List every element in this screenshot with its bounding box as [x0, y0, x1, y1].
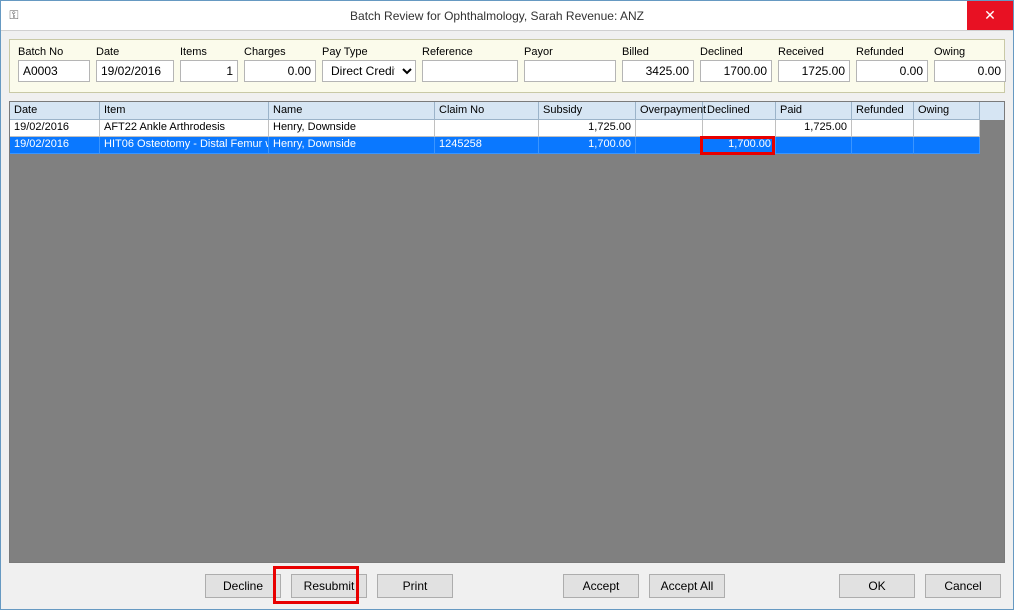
field-charges: Charges	[244, 46, 316, 82]
cell-date: 19/02/2016	[10, 120, 100, 137]
print-button[interactable]: Print	[377, 574, 453, 598]
field-received: Received	[778, 46, 850, 82]
label: Batch No	[18, 46, 90, 58]
cell-name: Henry, Downside	[269, 120, 435, 137]
label: Date	[96, 46, 174, 58]
field-declined: Declined	[700, 46, 772, 82]
label: Payor	[524, 46, 616, 58]
col-over[interactable]: Overpayment	[636, 102, 703, 120]
cell-refunded	[852, 120, 914, 137]
window: ⚿ Batch Review for Ophthalmology, Sarah …	[0, 0, 1014, 610]
label: Pay Type	[322, 46, 416, 58]
label: Billed	[622, 46, 694, 58]
label: Received	[778, 46, 850, 58]
field-reference: Reference	[422, 46, 518, 82]
owing-input[interactable]	[934, 60, 1006, 82]
cell-item: HIT06 Osteotomy - Distal Femur wi	[100, 137, 269, 154]
grid[interactable]: Date Item Name Claim No Subsidy Overpaym…	[9, 101, 1005, 563]
payor-input[interactable]	[524, 60, 616, 82]
label: Owing	[934, 46, 1006, 58]
charges-input[interactable]	[244, 60, 316, 82]
cell-claim: 1245258	[435, 137, 539, 154]
table-row[interactable]: 19/02/2016 AFT22 Ankle Arthrodesis Henry…	[10, 120, 1004, 137]
date-input[interactable]	[96, 60, 174, 82]
field-date: Date	[96, 46, 174, 82]
received-input[interactable]	[778, 60, 850, 82]
field-payor: Payor	[524, 46, 616, 82]
summary-panel: Batch No Date Items Charges Pay Type Dir…	[9, 39, 1005, 93]
cell-subsidy: 1,700.00	[539, 137, 636, 154]
cell-refunded	[852, 137, 914, 154]
cell-item: AFT22 Ankle Arthrodesis	[100, 120, 269, 137]
accept-button[interactable]: Accept	[563, 574, 639, 598]
label: Charges	[244, 46, 316, 58]
field-billed: Billed	[622, 46, 694, 82]
cell-declined	[703, 120, 776, 137]
col-paid[interactable]: Paid	[776, 102, 852, 120]
grid-header: Date Item Name Claim No Subsidy Overpaym…	[10, 102, 1004, 120]
col-item[interactable]: Item	[100, 102, 269, 120]
field-batch-no: Batch No	[18, 46, 90, 82]
refunded-input[interactable]	[856, 60, 928, 82]
decline-button[interactable]: Decline	[205, 574, 281, 598]
col-name[interactable]: Name	[269, 102, 435, 120]
cell-over	[636, 137, 703, 154]
cell-declined: 1,700.00	[703, 137, 776, 154]
label: Declined	[700, 46, 772, 58]
billed-input[interactable]	[622, 60, 694, 82]
cell-owing	[914, 120, 980, 137]
cancel-button[interactable]: Cancel	[925, 574, 1001, 598]
declined-input[interactable]	[700, 60, 772, 82]
label: Refunded	[856, 46, 928, 58]
cell-date: 19/02/2016	[10, 137, 100, 154]
button-bar: Decline Resubmit Print Accept Accept All…	[1, 563, 1013, 609]
cell-over	[636, 120, 703, 137]
accept-all-button[interactable]: Accept All	[649, 574, 725, 598]
cell-paid	[776, 137, 852, 154]
table-row-selected[interactable]: 19/02/2016 HIT06 Osteotomy - Distal Femu…	[10, 137, 1004, 154]
field-items: Items	[180, 46, 238, 82]
cell-subsidy: 1,725.00	[539, 120, 636, 137]
cell-claim	[435, 120, 539, 137]
col-declined[interactable]: Declined	[703, 102, 776, 120]
cell-owing	[914, 137, 980, 154]
col-claim[interactable]: Claim No	[435, 102, 539, 120]
cell-name: Henry, Downside	[269, 137, 435, 154]
ok-button[interactable]: OK	[839, 574, 915, 598]
pay-type-select[interactable]: Direct Credit	[322, 60, 416, 82]
cell-paid: 1,725.00	[776, 120, 852, 137]
items-input[interactable]	[180, 60, 238, 82]
reference-input[interactable]	[422, 60, 518, 82]
col-date[interactable]: Date	[10, 102, 100, 120]
field-owing: Owing	[934, 46, 1006, 82]
field-refunded: Refunded	[856, 46, 928, 82]
batch-no-input[interactable]	[18, 60, 90, 82]
resubmit-button[interactable]: Resubmit	[291, 574, 367, 598]
close-button[interactable]: ✕	[967, 1, 1013, 30]
window-title: Batch Review for Ophthalmology, Sarah Re…	[27, 9, 967, 23]
col-subsidy[interactable]: Subsidy	[539, 102, 636, 120]
key-icon: ⚿	[1, 8, 27, 23]
titlebar: ⚿ Batch Review for Ophthalmology, Sarah …	[1, 1, 1013, 31]
col-refunded[interactable]: Refunded	[852, 102, 914, 120]
col-owing[interactable]: Owing	[914, 102, 980, 120]
label: Reference	[422, 46, 518, 58]
label: Items	[180, 46, 238, 58]
field-pay-type: Pay Type Direct Credit	[322, 46, 416, 82]
